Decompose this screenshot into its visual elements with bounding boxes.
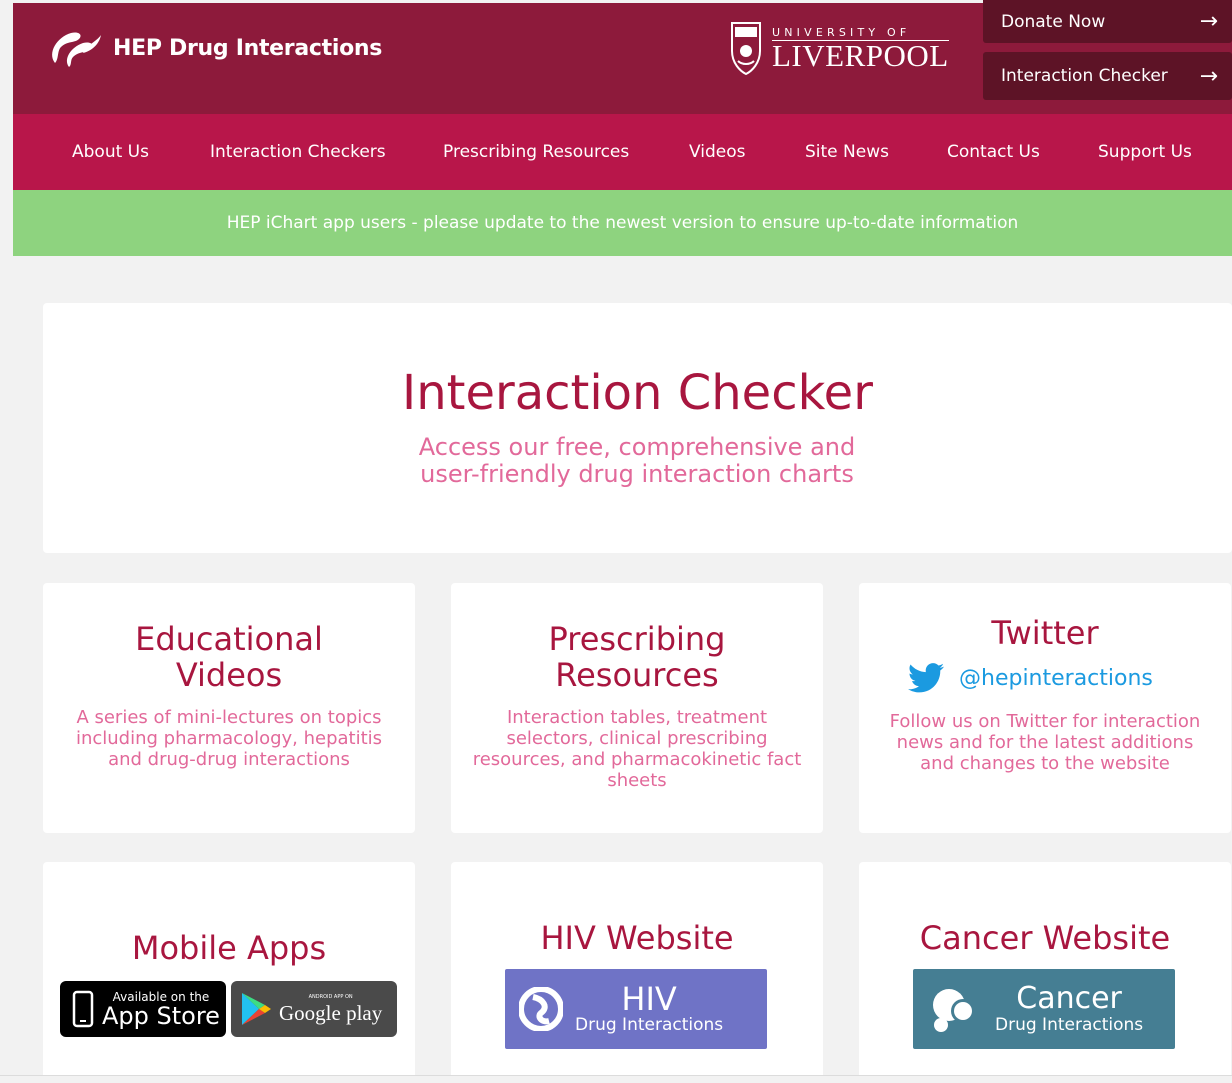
hiv-logo-icon [519,987,563,1031]
card-description: A series of mini-lectures on topics incl… [75,707,383,770]
google-play-icon [242,993,271,1025]
educational-videos-card[interactable]: Educational Videos A series of mini-lect… [43,583,415,833]
nav-item-about-us[interactable]: About Us [72,142,149,162]
nav-item-prescribing-resources[interactable]: Prescribing Resources [443,142,629,162]
university-label-bottom: LIVERPOOL [772,37,949,73]
cancer-website-card[interactable]: Cancer Website Cancer Drug Interactions [859,862,1231,1082]
site-logo[interactable]: HEP Drug Interactions [45,23,382,73]
card-title: Educational Videos [135,620,323,694]
update-banner[interactable]: HEP iChart app users - please update to … [13,190,1232,256]
university-logo[interactable]: UNIVERSITY OF LIVERPOOL [730,21,949,75]
twitter-handle-link[interactable]: @hepinteractions [907,663,1153,693]
mobile-apps-card: Mobile Apps Available on the App Store A… [43,862,415,1082]
nav-item-support-us[interactable]: Support Us [1098,142,1192,162]
page-bottom-divider [0,1075,1232,1083]
hiv-logo-sub: Drug Interactions [575,1015,724,1035]
university-crest-icon [731,22,761,75]
nav-item-site-news[interactable]: Site News [805,142,889,162]
hiv-logo-main: HIV [621,980,677,1018]
interaction-checker-label: Interaction Checker [1001,66,1168,86]
nav-item-interaction-checkers[interactable]: Interaction Checkers [210,142,386,162]
card-title: Twitter [991,614,1099,652]
card-description: Follow us on Twitter for interaction new… [889,711,1201,774]
site-header: HEP Drug Interactions UNIVERSITY OF LIVE… [13,0,1232,114]
cancer-logo-sub: Drug Interactions [995,1015,1144,1035]
hiv-website-card[interactable]: HIV Website HIV Drug Interactions [451,862,823,1082]
site-name: HEP Drug Interactions [113,35,383,61]
interaction-checker-card[interactable]: Interaction Checker Access our free, com… [43,303,1232,553]
hep-logo-icon [52,32,101,67]
twitter-bird-icon [908,663,944,693]
card-description: Interaction tables, treatment selectors,… [472,707,802,791]
nav-item-contact-us[interactable]: Contact Us [947,142,1040,162]
card-title: Cancer Website [919,919,1171,957]
interaction-checker-button[interactable]: Interaction Checker → [983,52,1232,100]
google-play-small: ANDROID APP ON [308,994,353,1000]
twitter-card[interactable]: Twitter @hepinteractions Follow us on Tw… [859,583,1231,833]
arrow-right-icon: → [1199,63,1218,89]
update-banner-text: HEP iChart app users - please update to … [226,213,1019,233]
twitter-handle: @hepinteractions [959,665,1153,691]
app-store-badge[interactable]: Available on the App Store [60,981,226,1037]
nav-item-videos[interactable]: Videos [689,142,746,162]
google-play-badge[interactable]: ANDROID APP ON Google play [231,981,397,1037]
hiv-website-logo[interactable]: HIV Drug Interactions [505,969,767,1049]
prescribing-resources-card[interactable]: Prescribing Resources Interaction tables… [451,583,823,833]
card-title: Mobile Apps [131,929,327,967]
cancer-website-logo[interactable]: Cancer Drug Interactions [913,969,1175,1049]
hero-title: Interaction Checker [402,365,873,421]
card-title: Prescribing Resources [548,620,726,694]
hero-subtitle: Access our free, comprehensive and user-… [418,433,856,488]
google-play-big: Google play [279,1001,383,1025]
main-nav: About Us Interaction Checkers Prescribin… [13,114,1232,190]
arrow-right-icon: → [1199,9,1218,34]
cancer-logo-main: Cancer [1016,981,1122,1016]
donate-now-button[interactable]: Donate Now → [983,0,1232,43]
donate-now-label: Donate Now [1001,11,1106,32]
card-title: HIV Website [540,919,734,957]
apple-phone-icon [72,990,94,1028]
app-store-big: App Store [102,1001,220,1030]
cancer-logo-icon [933,989,975,1032]
